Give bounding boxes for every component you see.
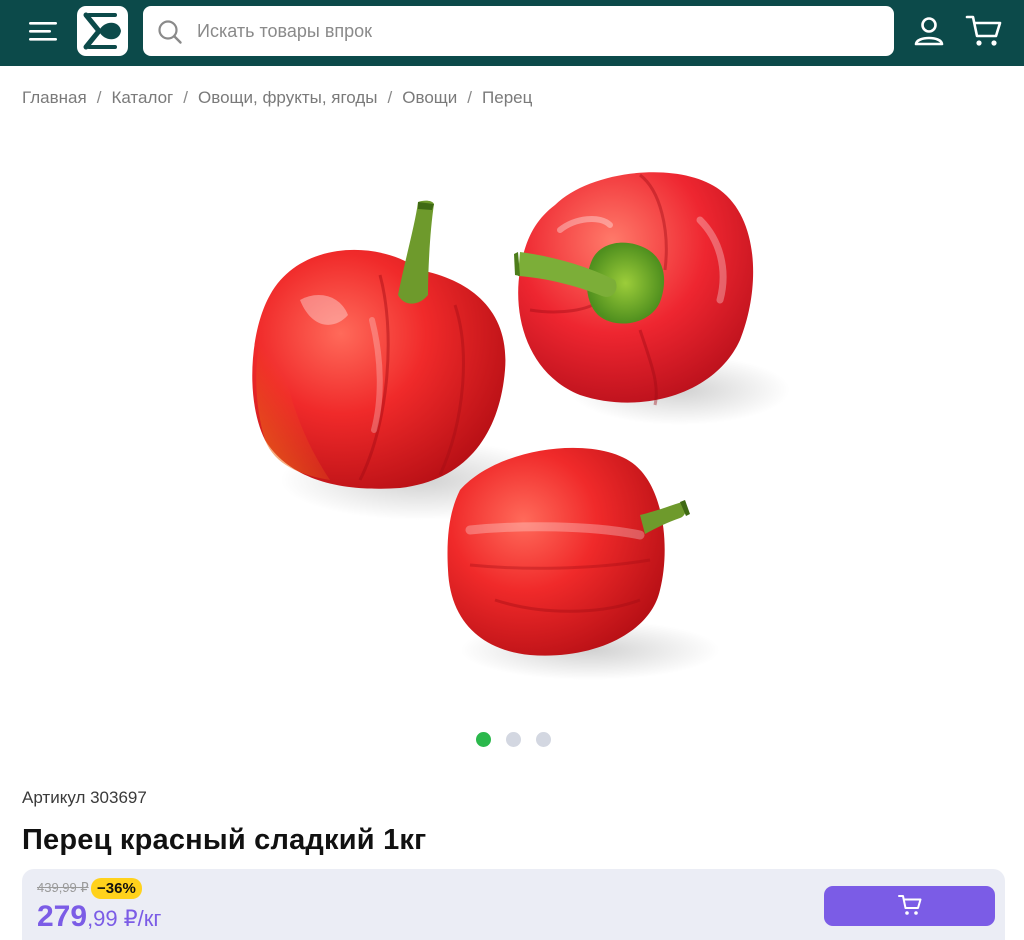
product-gallery[interactable] [0, 130, 1024, 720]
top-header [0, 0, 1024, 66]
current-price: 279,99 ₽/кг [37, 901, 161, 938]
price-main: 279 [37, 900, 88, 933]
cart-add-icon [898, 895, 922, 915]
product-title: Перец красный сладкий 1кг [22, 824, 427, 856]
gallery-pagination [476, 732, 556, 748]
discount-badge: −36% [91, 878, 142, 899]
price-panel: 439,99 ₽ −36% 279,99 ₽/кг [22, 869, 1005, 940]
old-price: 439,99 ₽ [37, 880, 89, 895]
search-icon[interactable] [157, 19, 183, 45]
gallery-dot-1-active[interactable] [476, 732, 491, 747]
breadcrumb-separator: / [183, 88, 188, 107]
breadcrumb-item-catalog[interactable]: Каталог [111, 88, 173, 108]
store-logo-icon[interactable] [77, 6, 128, 56]
search-input[interactable] [197, 6, 877, 56]
breadcrumb-separator: / [467, 88, 473, 107]
price-fraction: ,99 [87, 906, 118, 931]
breadcrumb-item-pepper[interactable]: Перец [482, 88, 532, 108]
breadcrumb: Главная / Каталог / Овощи, фрукты, ягоды… [22, 86, 532, 110]
gallery-dot-3[interactable] [536, 732, 551, 747]
user-profile-icon[interactable] [912, 14, 946, 48]
gallery-dot-2[interactable] [506, 732, 521, 747]
search-bar [143, 6, 894, 56]
hamburger-menu-icon[interactable] [24, 14, 62, 48]
red-bell-peppers-image [252, 172, 790, 680]
product-sku: Артикул 303697 [22, 788, 147, 807]
breadcrumb-separator: / [387, 88, 393, 107]
breadcrumb-separator: / [96, 88, 102, 107]
price-unit: ₽/кг [123, 906, 162, 931]
breadcrumb-item-home[interactable]: Главная [22, 88, 87, 108]
shopping-cart-icon[interactable] [965, 13, 1003, 49]
add-to-cart-button[interactable] [824, 886, 995, 926]
breadcrumb-item-vegetables[interactable]: Овощи [402, 88, 457, 108]
breadcrumb-item-fruits-vegetables[interactable]: Овощи, фрукты, ягоды [198, 88, 378, 108]
